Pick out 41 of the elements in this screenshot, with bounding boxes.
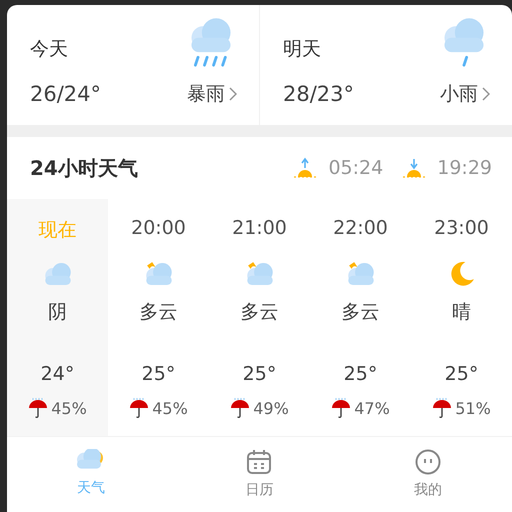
- face-icon: [414, 449, 441, 475]
- rain-chance: 45%: [51, 398, 87, 418]
- hour-condition: 多云: [240, 300, 278, 325]
- chevron-icon: [482, 87, 490, 101]
- hour-temperature: 25°: [344, 363, 378, 385]
- sunrise-icon: [292, 157, 318, 179]
- rain-chance: 49%: [253, 398, 289, 418]
- sunset-time: 19:29: [437, 157, 492, 179]
- day-temperature: 28/23°: [283, 82, 354, 106]
- section-title: 24小时天气: [30, 154, 139, 182]
- day-label: 明天: [283, 37, 321, 62]
- rain-chance: 45%: [152, 398, 188, 418]
- calendar-icon: [246, 449, 272, 475]
- sunrise-time: 05:24: [328, 157, 384, 179]
- hour-condition: 晴: [452, 300, 471, 325]
- hour-temperature: 25°: [444, 363, 478, 385]
- hour-condition: 多云: [140, 300, 178, 325]
- umbrella-icon: [331, 397, 352, 419]
- day-temperature: 26/24°: [30, 82, 102, 106]
- hour-condition: 多云: [342, 300, 380, 325]
- hour-column[interactable]: 现在 阴 24° 45%: [7, 199, 108, 436]
- hour-time: 现在: [38, 218, 76, 243]
- hour-temperature: 24°: [40, 363, 74, 385]
- hour-time: 21:00: [232, 217, 287, 241]
- hour-condition: 阴: [48, 300, 67, 325]
- hour-temperature: 25°: [242, 363, 276, 385]
- day-condition-link[interactable]: 小雨: [440, 81, 490, 107]
- chevron-icon: [229, 87, 237, 101]
- sunset-icon: [401, 157, 428, 179]
- day-condition-link[interactable]: 暴雨: [187, 81, 237, 107]
- hour-time: 23:00: [434, 217, 489, 241]
- hour-temperature: 25°: [142, 363, 176, 385]
- umbrella-icon: [28, 397, 48, 419]
- rain-chance: 47%: [354, 398, 390, 418]
- umbrella-icon: [129, 397, 150, 419]
- rain-chance: 51%: [455, 398, 491, 418]
- hour-time: 20:00: [131, 217, 186, 241]
- umbrella-icon: [432, 397, 452, 419]
- day-label: 今天: [30, 37, 68, 62]
- umbrella-icon: [230, 397, 250, 419]
- hour-time: 22:00: [333, 217, 388, 241]
